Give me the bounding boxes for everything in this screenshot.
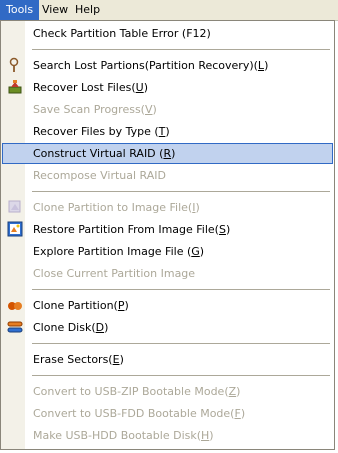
menu-item-recover-lost-files[interactable]: Recover Lost Files(U) <box>2 77 333 98</box>
menu-separator <box>32 343 330 344</box>
menu-item-label: Construct Virtual RAID (R) <box>33 147 176 160</box>
menu-item-convert-usb-fdd[interactable]: Convert to USB-FDD Bootable Mode(F) <box>2 403 333 424</box>
menu-item-label: Erase Sectors(E) <box>33 353 124 366</box>
menu-item-restore-partition-from-image[interactable]: Restore Partition From Image File(S) <box>2 219 333 240</box>
menu-item-clone-partition[interactable]: Clone Partition(P) <box>2 295 333 316</box>
menu-item-erase-sectors[interactable]: Erase Sectors(E) <box>2 349 333 370</box>
clone-disk-icon <box>7 319 23 335</box>
menu-item-clone-disk[interactable]: Clone Disk(D) <box>2 317 333 338</box>
menu-item-label: Convert to USB-ZIP Bootable Mode(Z) <box>33 385 241 398</box>
menu-item-convert-usb-zip[interactable]: Convert to USB-ZIP Bootable Mode(Z) <box>2 381 333 402</box>
menu-item-check-partition-table[interactable]: Check Partition Table Error (F12) <box>2 23 333 44</box>
menu-tools[interactable]: Tools <box>0 0 40 20</box>
tools-dropdown-menu: Check Partition Table Error (F12) Search… <box>0 20 335 450</box>
image-file-icon <box>7 199 23 215</box>
menu-item-search-lost-partitions[interactable]: Search Lost Partions(Partition Recovery)… <box>2 55 333 76</box>
menu-item-label: Close Current Partition Image <box>33 267 196 280</box>
menu-item-label: Check Partition Table Error (F12) <box>33 27 211 40</box>
menu-item-label: Search Lost Partions(Partition Recovery)… <box>33 59 269 72</box>
menu-item-explore-partition-image[interactable]: Explore Partition Image File (G) <box>2 241 333 262</box>
restore-image-icon <box>7 221 23 237</box>
menu-item-close-partition-image[interactable]: Close Current Partition Image <box>2 263 333 284</box>
menu-item-construct-virtual-raid[interactable]: Construct Virtual RAID (R) <box>2 143 333 164</box>
menu-item-label: Convert to USB-FDD Bootable Mode(F) <box>33 407 246 420</box>
menu-item-label: Save Scan Progress(V) <box>33 103 157 116</box>
recover-files-icon <box>7 79 23 95</box>
menu-item-clone-partition-to-image[interactable]: Clone Partition to Image File(I) <box>2 197 333 218</box>
clone-partition-icon <box>7 297 23 313</box>
menu-item-label: Recover Files by Type (T) <box>33 125 170 138</box>
menu-item-label: Clone Partition to Image File(I) <box>33 201 200 214</box>
menu-separator <box>32 375 330 376</box>
menu-item-label: Make USB-HDD Bootable Disk(H) <box>33 429 214 442</box>
menu-item-label: Clone Partition(P) <box>33 299 129 312</box>
menu-item-label: Recover Lost Files(U) <box>33 81 148 94</box>
magnifier-icon <box>7 57 23 73</box>
menu-separator <box>32 49 330 50</box>
menu-separator <box>32 191 330 192</box>
menu-item-label: Restore Partition From Image File(S) <box>33 223 231 236</box>
menu-item-save-scan-progress[interactable]: Save Scan Progress(V) <box>2 99 333 120</box>
menu-separator <box>32 289 330 290</box>
menu-item-recompose-virtual-raid[interactable]: Recompose Virtual RAID <box>2 165 333 186</box>
menu-help[interactable]: Help <box>69 0 106 20</box>
menu-item-label: Explore Partition Image File (G) <box>33 245 205 258</box>
menu-item-label: Clone Disk(D) <box>33 321 109 334</box>
menu-item-recover-files-by-type[interactable]: Recover Files by Type (T) <box>2 121 333 142</box>
menu-item-make-usb-hdd[interactable]: Make USB-HDD Bootable Disk(H) <box>2 425 333 446</box>
menu-item-label: Recompose Virtual RAID <box>33 169 166 182</box>
menu-bar: Tools View Help <box>0 0 338 21</box>
